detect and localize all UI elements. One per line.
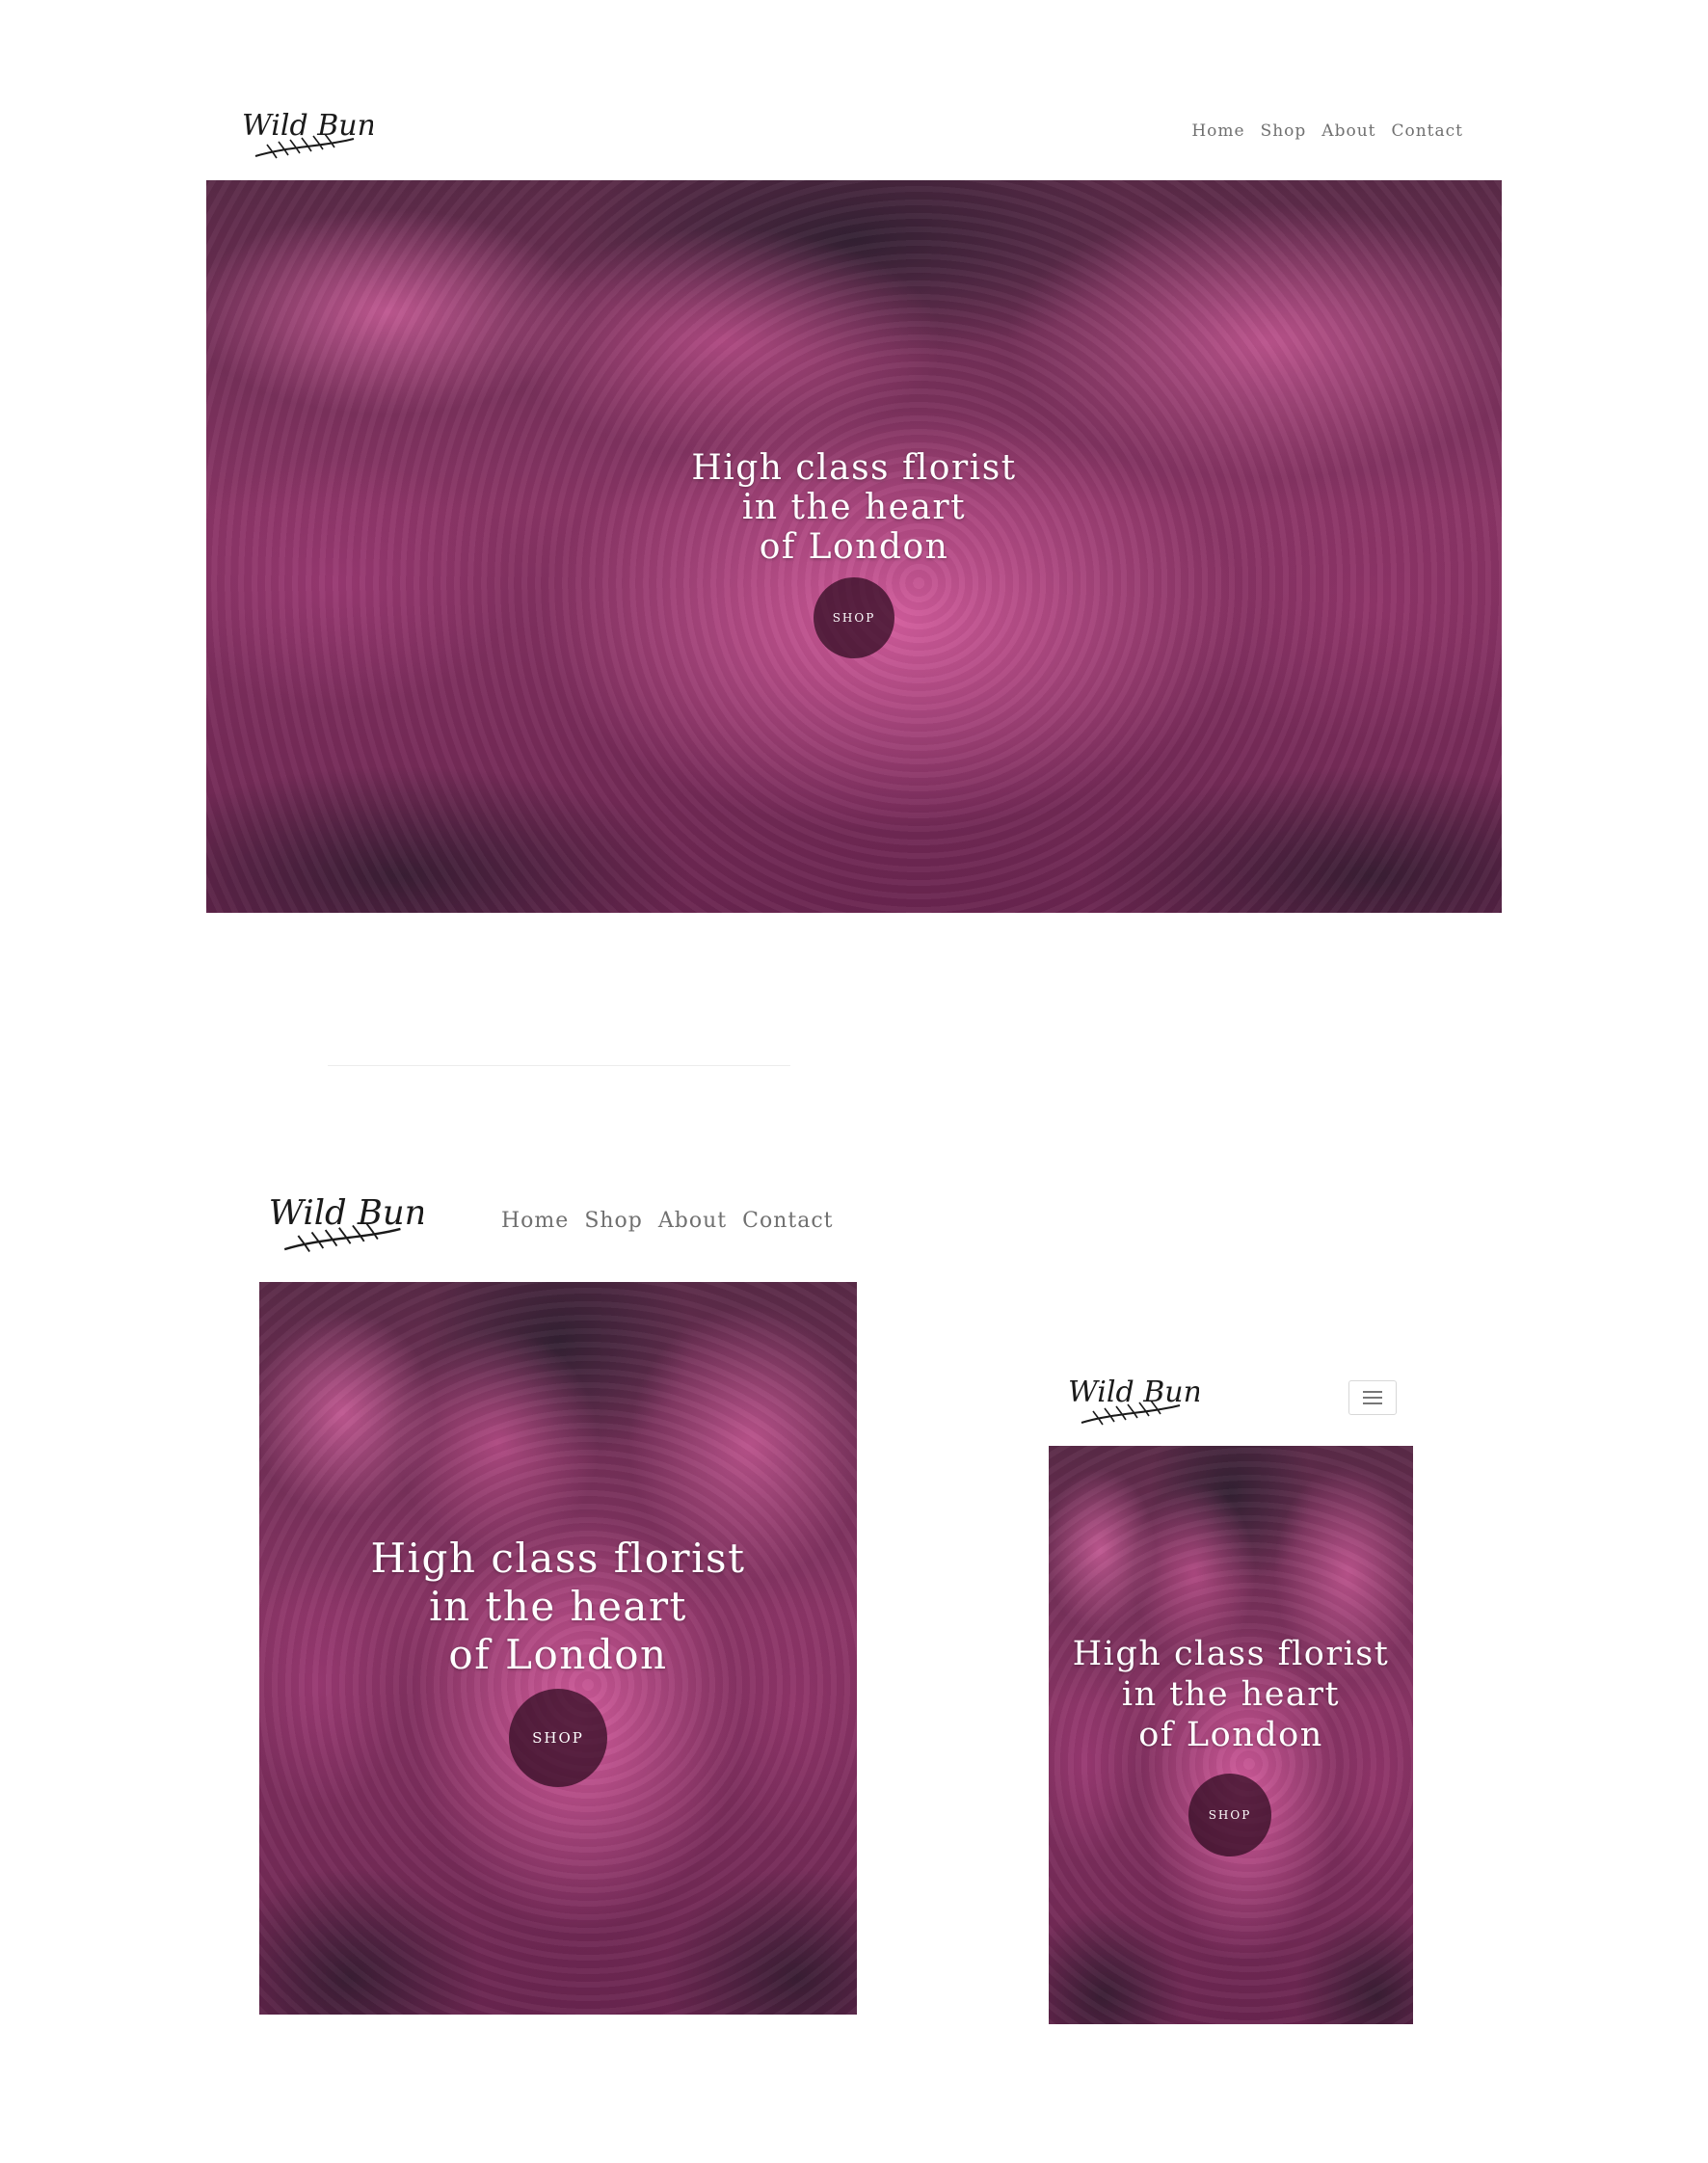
svg-text:Wild Bunch: Wild Bunch xyxy=(242,109,373,143)
headline-line-1: High class florist xyxy=(370,1535,746,1582)
hero-headline: High class florist in the heart of Londo… xyxy=(259,1535,857,1679)
headline-line-3: of London xyxy=(448,1631,668,1678)
shop-button[interactable]: SHOP xyxy=(509,1689,607,1787)
nav-link-home[interactable]: Home xyxy=(501,1209,569,1233)
headline-line-1: High class florist xyxy=(1072,1635,1390,1673)
desktop-mockup: Wild Bunch Home Shop About Contact High … xyxy=(206,87,1502,916)
headline-line-3: of London xyxy=(1138,1716,1323,1754)
wild-bunch-logo-icon: Wild Bunch xyxy=(1068,1375,1199,1426)
nav-link-home[interactable]: Home xyxy=(1191,121,1244,141)
nav-link-about[interactable]: About xyxy=(658,1209,727,1233)
svg-text:Wild Bunch: Wild Bunch xyxy=(269,1193,423,1233)
wild-bunch-logo-icon: Wild Bunch xyxy=(242,109,373,159)
brand-logo[interactable]: Wild Bunch xyxy=(238,93,373,170)
hero-banner: High class florist in the heart of Londo… xyxy=(206,180,1502,913)
hamburger-icon xyxy=(1363,1391,1382,1393)
nav-link-shop[interactable]: Shop xyxy=(1261,121,1307,141)
hero-banner: High class florist in the heart of Londo… xyxy=(259,1282,857,2015)
mobile-mockup: Wild Bunch High class florist in the hea… xyxy=(1049,1354,1415,2029)
shop-button[interactable]: SHOP xyxy=(1188,1774,1271,1856)
headline-line-2: in the heart xyxy=(741,488,967,527)
main-nav: Home Shop About Contact xyxy=(1191,121,1463,141)
brand-logo[interactable]: Wild Bunch xyxy=(264,1174,423,1266)
hero-headline: High class florist in the heart of Londo… xyxy=(1049,1634,1413,1755)
headline-line-1: High class florist xyxy=(691,448,1017,488)
section-divider xyxy=(328,1065,790,1066)
nav-link-contact[interactable]: Contact xyxy=(1391,121,1463,141)
main-nav: Home Shop About Contact xyxy=(501,1209,834,1233)
hero-headline: High class florist in the heart of Londo… xyxy=(206,448,1502,567)
hero-banner: High class florist in the heart of Londo… xyxy=(1049,1446,1413,2024)
svg-text:Wild Bunch: Wild Bunch xyxy=(1068,1375,1199,1409)
nav-link-about[interactable]: About xyxy=(1321,121,1375,141)
shop-button[interactable]: SHOP xyxy=(814,577,894,658)
brand-logo[interactable]: Wild Bunch xyxy=(1064,1359,1199,1436)
menu-toggle-button[interactable] xyxy=(1348,1380,1397,1415)
headline-line-2: in the heart xyxy=(1121,1675,1341,1714)
headline-line-2: in the heart xyxy=(429,1583,687,1630)
nav-link-contact[interactable]: Contact xyxy=(742,1209,833,1233)
tablet-mockup: Wild Bunch Home Shop About Contact High … xyxy=(254,1157,860,2018)
wild-bunch-logo-icon: Wild Bunch xyxy=(269,1193,423,1253)
nav-link-shop[interactable]: Shop xyxy=(584,1209,643,1233)
headline-line-3: of London xyxy=(759,527,949,567)
